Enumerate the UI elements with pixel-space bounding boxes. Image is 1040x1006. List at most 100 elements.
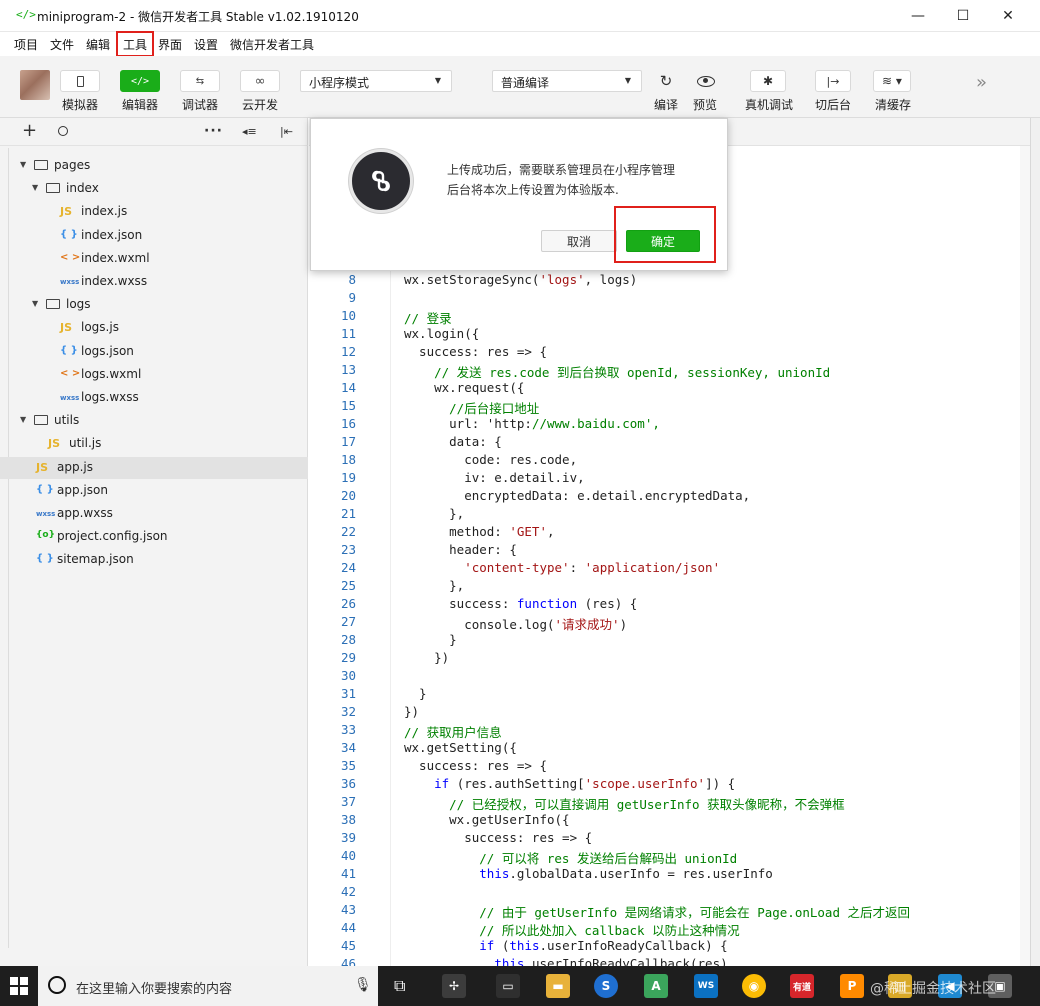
code-line[interactable]: 9 bbox=[309, 290, 1030, 308]
chrome-icon[interactable]: ◉ bbox=[742, 974, 766, 998]
add-icon[interactable]: + bbox=[22, 120, 37, 141]
collapse-icon[interactable]: ◂≡ bbox=[242, 125, 257, 138]
menu-file[interactable]: 文件 bbox=[50, 36, 74, 53]
task-view-icon[interactable]: ⧉ bbox=[394, 976, 405, 996]
android-studio-icon[interactable]: A bbox=[644, 974, 668, 998]
sogou-icon[interactable]: S bbox=[594, 974, 618, 998]
code-line[interactable]: 12 success: res => { bbox=[309, 344, 1030, 362]
code-line[interactable]: 14 wx.request({ bbox=[309, 380, 1030, 398]
code-line[interactable]: 18 code: res.code, bbox=[309, 452, 1030, 470]
expand-arrow-icon[interactable]: ▼ bbox=[32, 183, 38, 192]
code-line[interactable]: 22 method: 'GET', bbox=[309, 524, 1030, 542]
code-line[interactable]: 16 url: 'http://www.baidu.com', bbox=[309, 416, 1030, 434]
code-line[interactable]: 25 }, bbox=[309, 578, 1030, 596]
code-line[interactable]: 42 bbox=[309, 884, 1030, 902]
tree-file[interactable]: JS util.js bbox=[0, 433, 308, 455]
code-line[interactable]: 34 wx.getSetting({ bbox=[309, 740, 1030, 758]
menu-settings[interactable]: 设置 bbox=[194, 36, 218, 53]
avatar[interactable] bbox=[20, 70, 50, 100]
hide-sidebar-icon[interactable]: |⇤ bbox=[280, 125, 293, 138]
background-button[interactable]: |→ bbox=[815, 70, 851, 92]
code-line[interactable]: 11 wx.login({ bbox=[309, 326, 1030, 344]
more-options-icon[interactable]: ··· bbox=[204, 123, 223, 139]
code-line[interactable]: 15 //后台接口地址 bbox=[309, 398, 1030, 416]
menu-wechat-devtools[interactable]: 微信开发者工具 bbox=[230, 36, 314, 53]
tree-folder[interactable]: ▼ utils bbox=[0, 410, 308, 432]
code-line[interactable]: 21 }, bbox=[309, 506, 1030, 524]
tree-file[interactable]: JS logs.js bbox=[0, 317, 308, 339]
code-line[interactable]: 27 console.log('请求成功') bbox=[309, 614, 1030, 632]
code-line[interactable]: 17 data: { bbox=[309, 434, 1030, 452]
windows-start-icon[interactable] bbox=[10, 977, 28, 995]
code-line[interactable]: 20 encryptedData: e.detail.encryptedData… bbox=[309, 488, 1030, 506]
code-line[interactable]: 38 wx.getUserInfo({ bbox=[309, 812, 1030, 830]
code-line[interactable]: 35 success: res => { bbox=[309, 758, 1030, 776]
search-app-icon[interactable]: P bbox=[840, 974, 864, 998]
tree-file[interactable]: wxss app.wxss bbox=[0, 503, 308, 525]
expand-arrow-icon[interactable]: ▼ bbox=[20, 160, 26, 169]
tree-folder[interactable]: ▼ pages bbox=[0, 155, 308, 177]
more-icon[interactable]: » bbox=[976, 72, 987, 93]
close-button[interactable]: ✕ bbox=[986, 4, 1030, 28]
tree-file[interactable]: < > index.wxml bbox=[0, 248, 308, 270]
code-line[interactable]: 10 // 登录 bbox=[309, 308, 1030, 326]
code-line[interactable]: 8 wx.setStorageSync('logs', logs) bbox=[309, 272, 1030, 290]
code-line[interactable]: 33 // 获取用户信息 bbox=[309, 722, 1030, 740]
compile-button[interactable]: ↻ bbox=[652, 68, 680, 94]
code-line[interactable]: 26 success: function (res) { bbox=[309, 596, 1030, 614]
expand-arrow-icon[interactable]: ▼ bbox=[20, 415, 26, 424]
monitor-app-icon[interactable]: ▭ bbox=[496, 974, 520, 998]
menu-project[interactable]: 项目 bbox=[14, 36, 38, 53]
simulator-toggle-button[interactable] bbox=[60, 70, 100, 92]
code-line[interactable]: 23 header: { bbox=[309, 542, 1030, 560]
cancel-button[interactable]: 取消 bbox=[541, 230, 617, 252]
youdao-icon[interactable]: 有道 bbox=[790, 974, 814, 998]
editor-toggle-button[interactable]: </> bbox=[120, 70, 160, 92]
code-line[interactable]: 40 // 可以将 res 发送给后台解码出 unionId bbox=[309, 848, 1030, 866]
expand-arrow-icon[interactable]: ▼ bbox=[32, 299, 38, 308]
preview-button[interactable] bbox=[692, 68, 720, 94]
tree-file[interactable]: wxss logs.wxss bbox=[0, 387, 308, 409]
maximize-button[interactable]: ☐ bbox=[941, 4, 985, 28]
tree-file[interactable]: < > logs.wxml bbox=[0, 364, 308, 386]
tree-file[interactable]: {o} project.config.json bbox=[0, 526, 308, 548]
tree-file[interactable]: { } sitemap.json bbox=[0, 549, 308, 571]
file-explorer-icon[interactable]: ▬ bbox=[546, 974, 570, 998]
menu-edit[interactable]: 编辑 bbox=[86, 36, 110, 53]
code-line[interactable]: 36 if (res.authSetting['scope.userInfo']… bbox=[309, 776, 1030, 794]
tree-file[interactable]: JS app.js bbox=[0, 456, 308, 479]
debugger-toggle-button[interactable]: ⇆ bbox=[180, 70, 220, 92]
search-icon[interactable] bbox=[58, 123, 68, 139]
tree-file[interactable]: wxss index.wxss bbox=[0, 271, 308, 293]
webstorm-icon[interactable]: WS bbox=[694, 974, 718, 998]
code-line[interactable]: 24 'content-type': 'application/json' bbox=[309, 560, 1030, 578]
code-line[interactable]: 32}) bbox=[309, 704, 1030, 722]
tree-folder[interactable]: ▼ logs bbox=[0, 294, 308, 316]
taskbar-search[interactable]: 在这里输入你要搜索的内容 🎙 bbox=[38, 966, 378, 1006]
tree-file[interactable]: { } app.json bbox=[0, 480, 308, 502]
clear-cache-button[interactable]: ≋ ▾ bbox=[873, 70, 911, 92]
tree-file[interactable]: { } logs.json bbox=[0, 341, 308, 363]
pinwheel-app-icon[interactable]: ✢ bbox=[442, 974, 466, 998]
code-line[interactable]: 28 } bbox=[309, 632, 1030, 650]
code-line[interactable]: 41 this.globalData.userInfo = res.userIn… bbox=[309, 866, 1030, 884]
code-line[interactable]: 19 iv: e.detail.iv, bbox=[309, 470, 1030, 488]
tree-file[interactable]: { } index.json bbox=[0, 225, 308, 247]
code-line[interactable]: 45 if (this.userInfoReadyCallback) { bbox=[309, 938, 1030, 956]
code-line[interactable]: 13 // 发送 res.code 到后台换取 openId, sessionK… bbox=[309, 362, 1030, 380]
code-line[interactable]: 31 } bbox=[309, 686, 1030, 704]
tree-file[interactable]: JS index.js bbox=[0, 201, 308, 223]
tree-folder[interactable]: ▼ index bbox=[0, 178, 308, 200]
compile-mode-select[interactable]: 普通编译 ▼ bbox=[492, 70, 642, 92]
code-line[interactable]: 39 success: res => { bbox=[309, 830, 1030, 848]
code-line[interactable]: 37 // 已经授权，可以直接调用 getUserInfo 获取头像昵称，不会弹… bbox=[309, 794, 1030, 812]
code-line[interactable]: 44 // 所以此处加入 callback 以防止这种情况 bbox=[309, 920, 1030, 938]
cloud-dev-button[interactable]: ∞ bbox=[240, 70, 280, 92]
menu-view[interactable]: 界面 bbox=[158, 36, 182, 53]
code-line[interactable]: 29 }) bbox=[309, 650, 1030, 668]
minimize-button[interactable]: — bbox=[896, 4, 940, 28]
microphone-icon[interactable]: 🎙 bbox=[354, 977, 372, 993]
code-line[interactable]: 43 // 由于 getUserInfo 是网络请求，可能会在 Page.onL… bbox=[309, 902, 1030, 920]
code-line[interactable]: 30 bbox=[309, 668, 1030, 686]
remote-debug-button[interactable]: ✱ bbox=[750, 70, 786, 92]
